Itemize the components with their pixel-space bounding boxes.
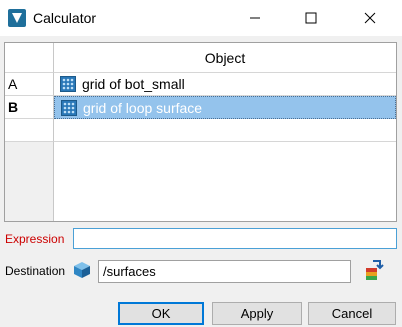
window-title: Calculator <box>33 10 97 26</box>
row-header-b[interactable]: B <box>5 96 54 119</box>
minimize-icon <box>250 17 260 19</box>
object-table: Object A grid of bot_small B grid of loo… <box>4 42 397 222</box>
maximize-button[interactable] <box>283 0 339 36</box>
cell-value: grid of loop surface <box>83 99 203 116</box>
close-icon <box>364 12 376 24</box>
destination-label: Destination <box>5 264 66 278</box>
expression-input[interactable] <box>73 228 397 249</box>
grid-icon <box>60 76 76 92</box>
table-row[interactable]: grid of bot_small <box>54 73 396 96</box>
apply-button[interactable]: Apply <box>212 302 302 325</box>
destination-input[interactable] <box>98 260 351 283</box>
table-row-empty[interactable] <box>54 119 396 142</box>
cube-icon <box>74 262 90 278</box>
maximize-icon <box>305 12 317 24</box>
column-header-object[interactable]: Object <box>54 43 396 73</box>
table-corner <box>5 43 54 73</box>
cancel-button[interactable]: Cancel <box>308 302 396 325</box>
minimize-button[interactable] <box>227 0 283 36</box>
close-button[interactable] <box>342 0 398 36</box>
grid-icon <box>61 99 77 116</box>
expression-label: Expression <box>5 232 65 246</box>
pick-object-icon[interactable] <box>364 259 384 281</box>
ok-button[interactable]: OK <box>118 302 204 325</box>
row-header-a[interactable]: A <box>5 73 54 96</box>
cell-value: grid of bot_small <box>82 76 185 92</box>
app-logo-icon <box>8 9 26 27</box>
table-row-selected[interactable]: grid of loop surface <box>54 96 396 119</box>
title-bar: Calculator <box>0 0 402 36</box>
row-header-empty[interactable] <box>5 119 54 142</box>
